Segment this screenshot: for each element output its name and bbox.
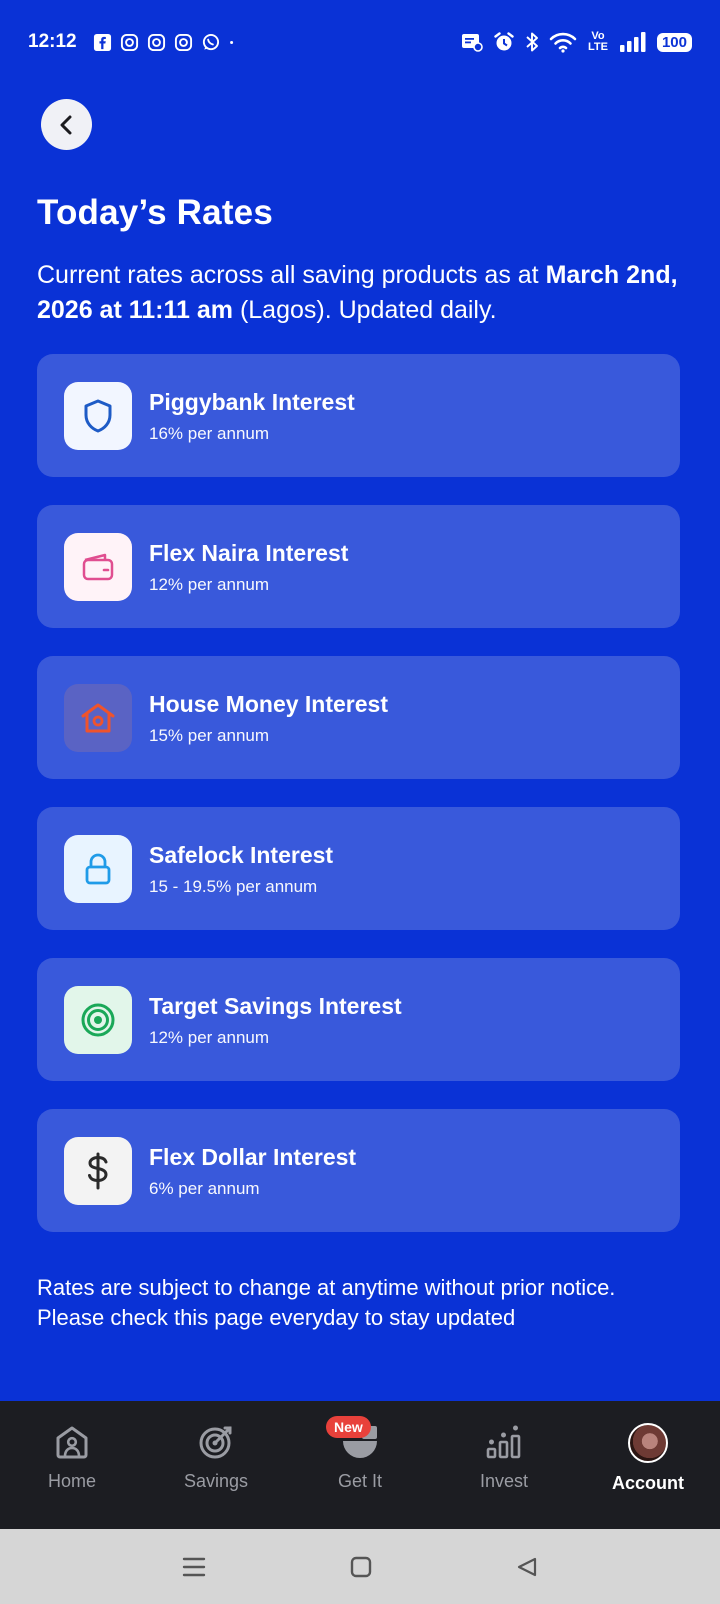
rate-value: 12% per annum: [149, 574, 270, 594]
intro-prefix: Current rates across all saving products…: [37, 261, 546, 289]
rate-text: House Money Interest 15% per annum: [149, 690, 388, 746]
bluetooth-icon: [526, 32, 538, 52]
nav-item-savings[interactable]: Savings: [146, 1401, 286, 1492]
facebook-icon: [93, 33, 111, 51]
new-badge: New: [326, 1416, 371, 1438]
bottom-nav: Home Savings New Get It Invest Account: [0, 1401, 720, 1529]
intro-suffix: (Lagos). Updated daily.: [233, 296, 497, 324]
nav-label: Home: [47, 1471, 96, 1491]
whatsapp-icon: [202, 33, 219, 50]
rate-value: 15% per annum: [149, 725, 270, 745]
rate-value: 6% per annum: [149, 1178, 260, 1198]
avatar: [628, 1423, 668, 1463]
rates-intro: Current rates across all saving products…: [37, 258, 687, 328]
rate-name: Target Savings Interest: [149, 992, 402, 1019]
rate-value: 12% per annum: [149, 1027, 270, 1047]
home-square-icon[interactable]: [349, 1555, 373, 1579]
rate-name: Flex Naira Interest: [149, 539, 349, 566]
rate-text: Flex Naira Interest 12% per annum: [149, 539, 348, 595]
dot-icon: [229, 40, 233, 44]
rate-name: Safelock Interest: [149, 841, 334, 868]
rate-text: Target Savings Interest 12% per annum: [149, 992, 402, 1048]
rates-list: Piggybank Interest 16% per annum Flex Na…: [37, 354, 680, 1260]
rate-name: Piggybank Interest: [149, 388, 355, 415]
wifi-icon: [549, 32, 577, 53]
network-type: Vo LTE: [587, 30, 608, 53]
nav-item-invest[interactable]: Invest: [434, 1401, 574, 1492]
rate-card-flex-naira[interactable]: Flex Naira Interest 12% per annum: [37, 505, 680, 628]
piggybank-icon-tile: [64, 381, 132, 450]
instagram-icon: [174, 33, 192, 51]
message-icon: [461, 34, 483, 52]
nav-item-home[interactable]: Home: [2, 1401, 142, 1492]
nav-label: Invest: [479, 1471, 529, 1491]
rate-name: House Money Interest: [149, 690, 388, 717]
instagram-icon: [147, 33, 165, 51]
rate-value: 15 - 19.5% per annum: [149, 876, 318, 896]
status-right: Vo LTE 100: [461, 31, 692, 53]
rate-card-target-savings[interactable]: Target Savings Interest 12% per annum: [37, 958, 680, 1081]
status-bar: 12:12 Vo LTE 100: [0, 0, 720, 84]
nav-label: Savings: [183, 1471, 249, 1491]
system-nav-bar: [0, 1529, 720, 1604]
page-title: Today’s Rates: [37, 193, 274, 232]
target-savings-icon-tile: [64, 985, 132, 1054]
status-left: 12:12: [28, 31, 240, 53]
rate-text: Safelock Interest 15 - 19.5% per annum: [149, 841, 333, 897]
house-money-icon-tile: [64, 683, 132, 752]
back-button[interactable]: [41, 99, 92, 150]
nav-label: Get It: [337, 1471, 382, 1491]
rate-card-piggybank[interactable]: Piggybank Interest 16% per annum: [37, 354, 680, 477]
invest-chart-icon: [486, 1425, 521, 1459]
home-icon: [56, 1426, 88, 1459]
nav-item-get-it[interactable]: New Get It: [290, 1401, 430, 1492]
flex-dollar-icon-tile: [64, 1136, 132, 1205]
flex-naira-icon-tile: [64, 532, 132, 601]
rate-card-flex-dollar[interactable]: Flex Dollar Interest 6% per annum: [37, 1109, 680, 1232]
rate-text: Piggybank Interest 16% per annum: [149, 388, 355, 444]
house-icon: [81, 703, 115, 732]
rate-value: 16% per annum: [149, 423, 270, 443]
recent-apps-icon[interactable]: [181, 1555, 207, 1579]
back-triangle-icon[interactable]: [515, 1555, 539, 1579]
nav-item-account[interactable]: Account: [578, 1401, 718, 1494]
rate-text: Flex Dollar Interest 6% per annum: [149, 1143, 356, 1199]
rate-card-safelock[interactable]: Safelock Interest 15 - 19.5% per annum: [37, 807, 680, 930]
dollar-icon: [88, 1152, 108, 1189]
chevron-left-icon: [60, 115, 71, 134]
nav-label: Account: [612, 1473, 684, 1493]
instagram-icon: [120, 33, 138, 51]
rate-card-house-money[interactable]: House Money Interest 15% per annum: [37, 656, 680, 779]
rate-name: Flex Dollar Interest: [149, 1143, 357, 1170]
signal-icon: [619, 32, 646, 52]
battery-indicator: 100: [656, 32, 692, 52]
status-time: 12:12: [28, 31, 77, 52]
alarm-icon: [494, 32, 514, 51]
shield-icon: [84, 399, 112, 432]
savings-target-icon: [199, 1426, 232, 1459]
rates-disclaimer: Rates are subject to change at anytime w…: [37, 1275, 616, 1330]
lock-icon: [85, 853, 111, 884]
safelock-icon-tile: [64, 834, 132, 903]
wallet-icon: [82, 553, 114, 580]
target-icon: [81, 1003, 115, 1036]
